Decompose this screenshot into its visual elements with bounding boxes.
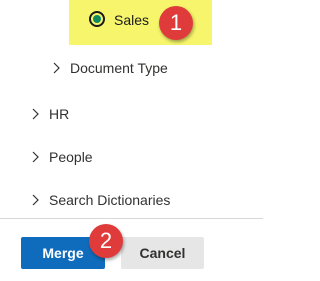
tree-item-people[interactable]: People (29, 147, 93, 167)
callout-badge-1: 1 (159, 6, 193, 40)
chevron-right-icon[interactable] (29, 107, 43, 121)
chevron-right-icon[interactable] (50, 61, 64, 75)
chevron-right-icon[interactable] (29, 150, 43, 164)
tree-item-label: HR (49, 106, 70, 122)
tree-item-label: People (49, 149, 93, 165)
radio-selected-icon (93, 15, 101, 23)
sales-radio-button[interactable] (89, 11, 105, 27)
footer-divider (0, 218, 263, 219)
tree-item-search-dictionaries[interactable]: Search Dictionaries (29, 190, 170, 210)
chevron-right-icon[interactable] (29, 193, 43, 207)
cancel-button[interactable]: Cancel (121, 237, 204, 269)
tree-item-hr[interactable]: HR (29, 104, 69, 124)
tree-item-label: Document Type (70, 60, 168, 76)
tree-item-document-type[interactable]: Document Type (50, 58, 168, 78)
sales-option-label[interactable]: Sales (114, 11, 149, 29)
tree-item-label: Search Dictionaries (49, 192, 171, 208)
callout-badge-2: 2 (89, 224, 123, 258)
